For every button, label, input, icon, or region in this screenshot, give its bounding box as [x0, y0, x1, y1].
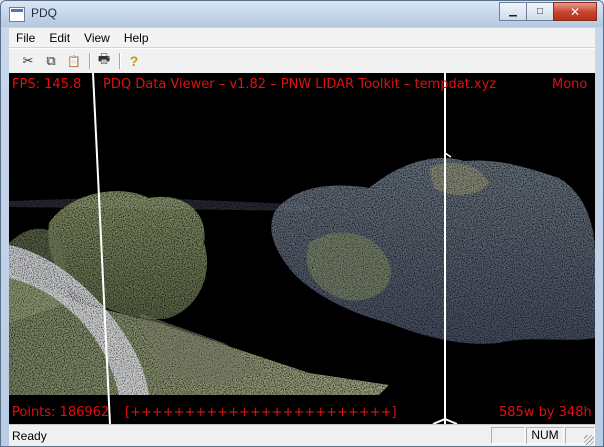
toolbar: ✂ ⧉ 📋 🖶 ?	[9, 48, 595, 74]
viewer-title: PDQ Data Viewer – v1.82 – PNW LIDAR Tool…	[103, 77, 497, 92]
point-cloud-render	[9, 73, 595, 424]
caption-buttons: ▁ □ ✕	[499, 2, 597, 21]
paste-icon[interactable]: 📋	[65, 52, 83, 70]
status-bar: Ready NUM	[9, 424, 595, 446]
display-mode: Mono	[552, 77, 588, 92]
app-icon[interactable]	[9, 7, 25, 22]
close-button[interactable]: ✕	[553, 2, 597, 21]
load-progress: [++++++++++++++++++++++++]	[125, 405, 397, 420]
maximize-button[interactable]: □	[526, 2, 554, 21]
point-cloud-viewport[interactable]: FPS: 145.8 PDQ Data Viewer – v1.82 – PNW…	[9, 73, 595, 424]
copy-icon[interactable]: ⧉	[42, 52, 60, 70]
status-text: Ready	[12, 429, 47, 443]
print-icon[interactable]: 🖶	[95, 51, 113, 70]
viewport-size: 585w by 348h	[499, 405, 592, 420]
help-icon[interactable]: ?	[125, 52, 143, 70]
window-title: PDQ	[31, 6, 58, 20]
points-count: Points: 186962	[12, 405, 110, 420]
fps-readout: FPS: 145.8	[12, 77, 82, 92]
toolbar-separator	[89, 53, 91, 69]
title-bar[interactable]: PDQ ▁ □ ✕	[1, 1, 603, 27]
menu-bar: File Edit View Help	[9, 28, 595, 47]
toolbar-separator	[119, 53, 121, 69]
menu-view[interactable]: View	[77, 31, 117, 45]
cut-icon[interactable]: ✂	[19, 52, 37, 70]
status-pane-empty	[491, 427, 525, 444]
app-window: PDQ ▁ □ ✕ File Edit View Help ✂ ⧉ 📋 🖶 ?	[0, 0, 604, 447]
menu-edit[interactable]: Edit	[42, 31, 77, 45]
minimize-button[interactable]: ▁	[499, 2, 527, 21]
resize-grip[interactable]	[584, 435, 594, 445]
num-lock-indicator: NUM	[526, 427, 564, 444]
menu-file[interactable]: File	[9, 31, 42, 45]
menu-help[interactable]: Help	[117, 31, 156, 45]
